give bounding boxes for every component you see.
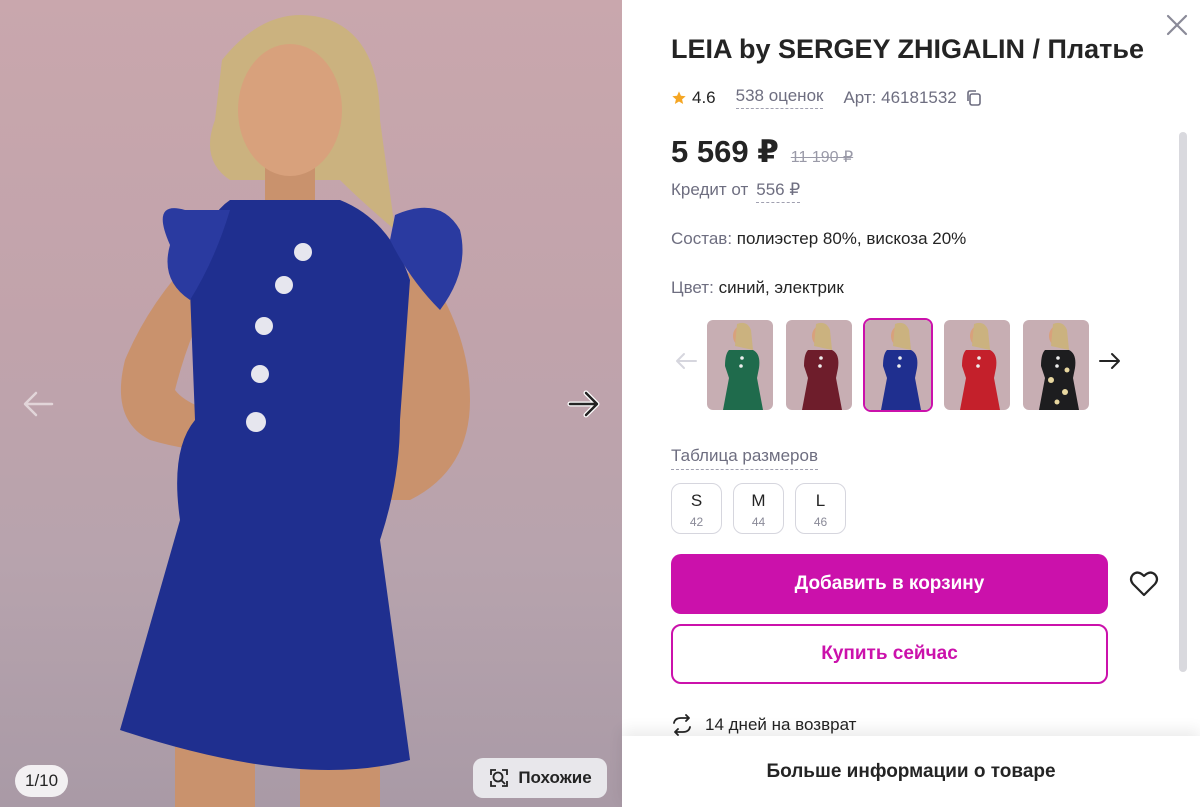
similar-button[interactable]: Похожие [473, 758, 607, 798]
current-price: 5 569 ₽ [671, 134, 779, 169]
buy-now-button[interactable]: Купить сейчас [671, 624, 1108, 684]
return-policy: 14 дней на возврат [671, 714, 856, 736]
size-option-s[interactable]: S 42 [671, 483, 722, 534]
color-variant-blue[interactable] [863, 318, 933, 412]
search-similar-icon [490, 769, 509, 787]
composition: Состав: полиэстер 80%, вискоза 20% [671, 229, 966, 249]
size-label: S [690, 491, 703, 510]
gallery-next-button[interactable] [562, 382, 606, 426]
color-label: Цвет: [671, 278, 714, 297]
color-variant-thumbnail [786, 320, 852, 410]
credit-label: Кредит от [671, 180, 749, 199]
color-variant-red[interactable] [942, 318, 1012, 412]
size-ru: 46 [813, 515, 828, 529]
rating-value: 4.6 [692, 87, 716, 107]
color-variant-thumbnail [944, 320, 1010, 410]
star-icon [672, 90, 686, 104]
old-price: 11 190 ₽ [790, 149, 854, 166]
size-selector: S 42 M 44 L 46 [671, 483, 846, 534]
gallery-prev-button[interactable] [16, 382, 60, 426]
price-row: 5 569 ₽ 11 190 ₽ [671, 134, 853, 170]
composition-value: полиэстер 80%, вискоза 20% [736, 229, 967, 248]
product-meta: 4.6 538 оценок Арт: 46181532 [671, 86, 983, 109]
arrow-right-icon[interactable] [1097, 348, 1123, 374]
product-info-panel: LEIA by SERGEY ZHIGALIN / Платье 4.6 538… [622, 0, 1200, 807]
size-label: M [751, 491, 766, 510]
heart-icon[interactable] [1128, 568, 1160, 600]
credit-row: Кредит от 556 ₽ [671, 180, 801, 203]
reviews-link[interactable]: 538 оценок [735, 86, 824, 109]
size-option-l[interactable]: L 46 [795, 483, 846, 534]
color-variants [671, 318, 1131, 414]
article-number: Арт: 46181532 [843, 87, 957, 107]
arrow-left-icon [23, 391, 54, 417]
more-info-button[interactable]: Больше информации о товаре [622, 736, 1200, 807]
color-variant-thumbnail [865, 320, 931, 410]
color-variant-green[interactable] [705, 318, 775, 412]
composition-label: Состав: [671, 229, 733, 248]
product-photo-gallery: 1/10 Похожие [0, 0, 622, 807]
product-photo [120, 15, 470, 807]
credit-amount[interactable]: 556 ₽ [756, 180, 801, 203]
arrow-left-icon[interactable] [673, 348, 699, 374]
scrollbar[interactable] [1179, 132, 1187, 672]
color-value: синий, электрик [718, 278, 844, 297]
refresh-icon [673, 714, 691, 736]
copy-icon [966, 89, 981, 106]
gallery-counter: 1/10 [15, 765, 69, 797]
product-title: LEIA by SERGEY ZHIGALIN / Платье [671, 34, 1144, 64]
return-policy-text: 14 дней на возврат [705, 715, 857, 734]
size-ru: 42 [689, 515, 704, 529]
size-ru: 44 [751, 515, 766, 529]
color-info: Цвет: синий, электрик [671, 278, 844, 298]
color-variant-burgundy[interactable] [784, 318, 854, 412]
add-to-cart-button[interactable]: Добавить в корзину [671, 554, 1108, 614]
color-variant-thumbnail [707, 320, 773, 410]
size-table-link[interactable]: Таблица размеров [671, 446, 818, 470]
size-label: L [815, 491, 826, 510]
color-variant-black-floral[interactable] [1021, 318, 1091, 412]
size-option-m[interactable]: M 44 [733, 483, 784, 534]
color-variant-thumbnail [1023, 320, 1089, 410]
close-icon[interactable] [1164, 12, 1190, 38]
similar-label: Похожие [518, 768, 592, 787]
copy-article-button[interactable] [965, 89, 983, 107]
arrow-right-icon [567, 390, 600, 418]
